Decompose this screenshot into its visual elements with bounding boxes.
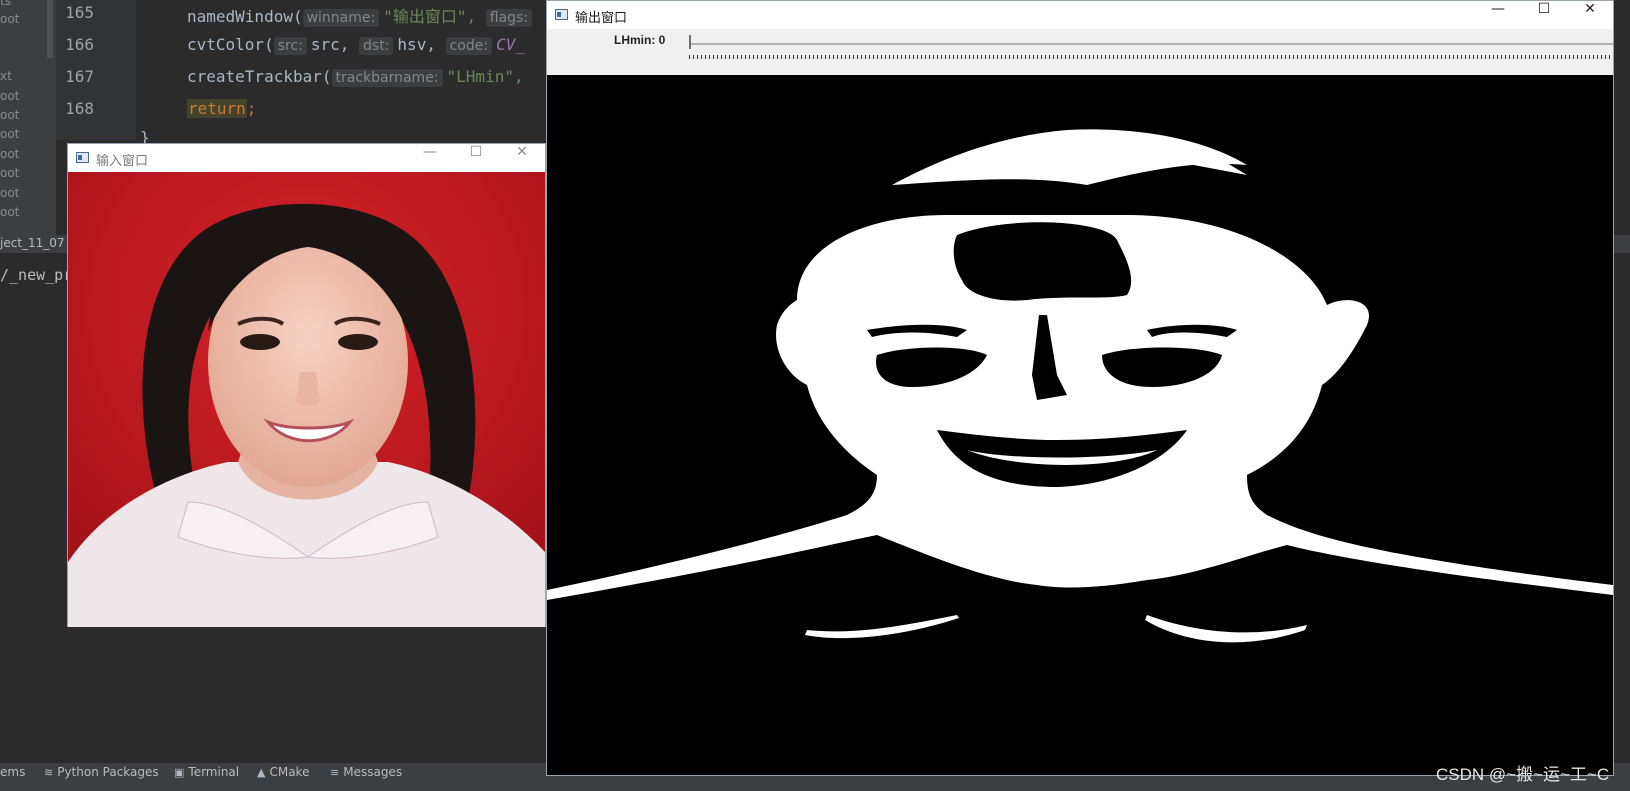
code-arg: src, (310, 35, 350, 54)
param-hint: winname: (302, 9, 380, 27)
trackbar-track[interactable] (689, 43, 1613, 45)
tool-tab-python-packages[interactable]: ≋ Python Packages (44, 765, 159, 779)
input-window-title: 输入窗口 (96, 154, 149, 169)
line-number: 165 (65, 3, 94, 22)
code-constant: CV_ (496, 35, 525, 54)
tool-tab-label: Python Packages (57, 765, 159, 779)
project-item[interactable]: oot (0, 89, 19, 103)
trackbar-thumb[interactable] (689, 35, 691, 49)
minimize-button[interactable]: — (1475, 1, 1521, 29)
output-window-title: 输出窗口 (575, 11, 628, 26)
run-output-line: /_new_pr (0, 266, 73, 284)
binary-mask (547, 75, 1613, 775)
tool-tab-label: Terminal (188, 765, 240, 779)
param-hint: dst: (359, 37, 394, 55)
code-keyword: return (187, 99, 247, 118)
output-mask-image (547, 75, 1613, 775)
param-hint: flags: (485, 9, 533, 27)
line-number: 166 (65, 35, 94, 54)
trackbar-label: LHmin: 0 (614, 33, 666, 47)
close-button[interactable]: ✕ (499, 144, 545, 172)
terminal-icon: ▣ (174, 766, 185, 779)
minimize-button[interactable]: — (407, 144, 453, 172)
tool-tab-label: ems (0, 765, 26, 779)
project-item[interactable]: xt (0, 69, 12, 83)
cmake-icon: ▲ (257, 766, 266, 779)
project-item[interactable]: oot (0, 166, 19, 180)
project-item[interactable]: oot (0, 186, 19, 200)
tool-tab-messages[interactable]: ≡ Messages (330, 765, 402, 779)
code-line[interactable]: namedWindow(winname: "输出窗口", flags: (187, 3, 536, 27)
input-window-titlebar[interactable]: 输入窗口 — ☐ ✕ (68, 144, 545, 172)
tool-tab-label: CMake (269, 765, 310, 779)
python-packages-icon: ≋ (44, 766, 54, 779)
output-window-titlebar[interactable]: 输出窗口 — ☐ ✕ (547, 1, 1613, 29)
code-line[interactable]: return; (187, 99, 256, 118)
status-bar (0, 781, 1630, 791)
code-function: cvtColor( (187, 35, 274, 54)
code-function: namedWindow( (187, 7, 303, 26)
window-app-icon (76, 152, 89, 163)
param-hint: trackbarname: (331, 69, 443, 87)
param-hint: code: (445, 37, 493, 55)
project-item[interactable]: oot (0, 108, 19, 122)
output-window[interactable]: 输出窗口 — ☐ ✕ LHmin: 0 (546, 0, 1614, 776)
project-scrollbar[interactable] (47, 0, 53, 58)
project-item[interactable]: oot (0, 147, 19, 161)
trackbar-panel: LHmin: 0 (547, 29, 1613, 75)
tool-tab-terminal[interactable]: ▣ Terminal (174, 765, 239, 779)
tool-tab-label: Messages (343, 765, 403, 779)
code-string: "输出窗口", (383, 7, 477, 26)
maximize-button[interactable]: ☐ (1521, 1, 1567, 29)
project-item[interactable]: oot (0, 205, 19, 219)
tool-tab-cmake[interactable]: ▲ CMake (257, 765, 309, 779)
tool-tab-problems[interactable]: ems (0, 765, 25, 779)
code-line[interactable]: cvtColor(src: src, dst: hsv, code: CV_ (187, 35, 525, 55)
code-arg: hsv, (397, 35, 436, 54)
line-number: 168 (65, 99, 94, 118)
watermark: CSDN @~搬~运~工~C (1436, 765, 1610, 784)
code-line[interactable]: createTrackbar(trackbarname: "LHmin", (187, 67, 524, 87)
trackbar-ticks (689, 55, 1613, 59)
code-function: createTrackbar( (187, 67, 332, 86)
project-item[interactable]: oot (0, 127, 19, 141)
param-hint: src: (273, 37, 307, 55)
input-window[interactable]: 输入窗口 — ☐ ✕ (67, 143, 546, 627)
portrait-photo (68, 172, 545, 627)
window-app-icon (555, 9, 568, 20)
close-button[interactable]: ✕ (1567, 1, 1613, 29)
project-panel: ts oot xt oot oot oot oot oot oot oot (0, 0, 56, 235)
line-number: 167 (65, 67, 94, 86)
maximize-button[interactable]: ☐ (453, 144, 499, 172)
code-punct: ; (246, 99, 257, 118)
code-string: "LHmin", (446, 67, 524, 86)
project-item[interactable]: ts (0, 0, 11, 8)
input-image (68, 172, 545, 627)
project-name[interactable]: ject_11_07 (0, 236, 65, 250)
project-item[interactable]: oot (0, 12, 19, 26)
messages-icon: ≡ (330, 766, 340, 779)
